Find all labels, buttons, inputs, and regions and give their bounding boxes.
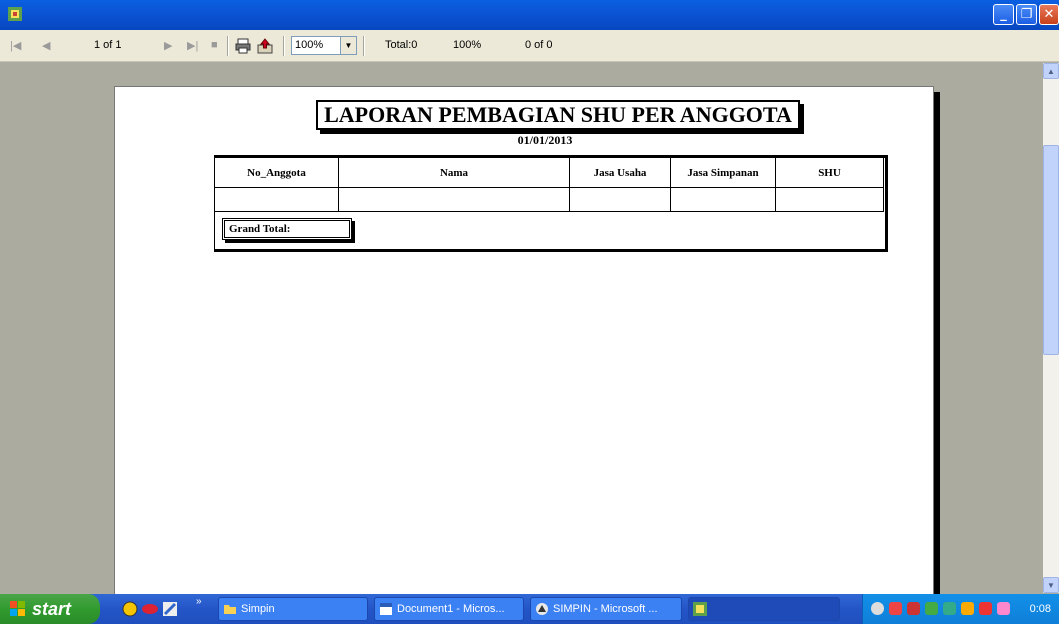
- column-header: Jasa Usaha: [569, 157, 671, 188]
- percent-status: 100%: [453, 39, 482, 51]
- table-cell: [338, 187, 570, 212]
- prev-page-icon[interactable]: ◀: [42, 39, 50, 52]
- table-row: [214, 187, 884, 212]
- system-tray: 0:08: [862, 594, 1059, 624]
- scroll-up-icon[interactable]: ▲: [1043, 63, 1059, 79]
- taskbar-item-simpin-microsoft[interactable]: SIMPIN - Microsoft ...: [530, 597, 682, 621]
- taskbar-item-simpin[interactable]: Simpin: [218, 597, 368, 621]
- report-table: No_Anggota Nama Jasa Usaha Jasa Simpanan…: [214, 157, 884, 212]
- page-indicator: 1 of 1: [94, 39, 122, 51]
- tray-icon[interactable]: [997, 602, 1010, 615]
- export-icon[interactable]: [257, 38, 273, 54]
- taskbar-item-document1[interactable]: Document1 - Micros...: [374, 597, 524, 621]
- minimize-button[interactable]: _: [993, 4, 1014, 25]
- quicklaunch-icon[interactable]: [142, 601, 158, 617]
- tray-icon[interactable]: [961, 602, 974, 615]
- taskbar-item-crystal-report[interactable]: [688, 597, 840, 621]
- zoom-select[interactable]: 100% ▼: [291, 36, 357, 55]
- zoom-value: 100%: [295, 39, 324, 51]
- title-bar: _ ❐ ✕: [0, 0, 1059, 30]
- app-icon: [8, 7, 22, 21]
- toolbar-separator: [283, 36, 285, 56]
- app-icon: [536, 603, 548, 615]
- close-button[interactable]: ✕: [1039, 4, 1059, 25]
- report-date: 01/01/2013: [517, 133, 573, 147]
- tray-icon[interactable]: [907, 602, 920, 615]
- table-header-row: No_Anggota Nama Jasa Usaha Jasa Simpanan…: [214, 157, 884, 188]
- task-label: Document1 - Micros...: [397, 603, 505, 615]
- scroll-thumb[interactable]: [1043, 145, 1059, 355]
- table-cell: [214, 187, 339, 212]
- total-status: Total:0: [385, 39, 418, 51]
- tray-icon[interactable]: [979, 602, 992, 615]
- quicklaunch-icon[interactable]: [162, 601, 178, 617]
- column-header: No_Anggota: [214, 157, 339, 188]
- windows-logo-icon: [10, 601, 25, 616]
- grand-total-label: Grand Total:: [222, 218, 352, 240]
- quicklaunch-icon[interactable]: [122, 601, 138, 617]
- folder-icon: [224, 605, 236, 614]
- table-cell: [775, 187, 884, 212]
- word-icon: [380, 603, 392, 615]
- column-header: SHU: [775, 157, 884, 188]
- next-page-icon[interactable]: ▶: [164, 39, 172, 52]
- crystal-report-icon: [693, 602, 707, 616]
- toolbar-separator: [363, 36, 365, 56]
- task-label: Simpin: [241, 603, 275, 615]
- toolbar-separator: [227, 36, 229, 56]
- table-bottom-border: [214, 249, 888, 252]
- tray-icon[interactable]: [925, 602, 938, 615]
- column-header: Nama: [338, 157, 570, 188]
- scroll-down-icon[interactable]: ▼: [1043, 577, 1059, 593]
- tray-icon[interactable]: [889, 602, 902, 615]
- start-label: start: [32, 599, 72, 619]
- restore-button[interactable]: ❐: [1016, 4, 1037, 25]
- start-button[interactable]: start: [0, 594, 100, 624]
- chevron-down-icon[interactable]: ▼: [340, 37, 356, 54]
- clock[interactable]: 0:08: [1030, 603, 1051, 615]
- printer-icon[interactable]: [235, 38, 251, 54]
- tray-icon[interactable]: [871, 602, 884, 615]
- last-page-icon[interactable]: ▶|: [187, 39, 198, 52]
- report-title: LAPORAN PEMBAGIAN SHU PER ANGGOTA: [316, 100, 800, 130]
- first-page-icon[interactable]: |◀: [10, 39, 21, 52]
- taskbar: start » Simpin Document1 - Micros... SIM…: [0, 594, 1059, 624]
- table-right-border: [885, 155, 888, 252]
- column-header: Jasa Simpanan: [670, 157, 776, 188]
- table-cell: [670, 187, 776, 212]
- task-label: SIMPIN - Microsoft ...: [553, 603, 658, 615]
- chevron-right-icon[interactable]: »: [196, 596, 202, 607]
- vertical-scrollbar[interactable]: ▲ ▼: [1043, 63, 1059, 593]
- tray-icon[interactable]: [943, 602, 956, 615]
- record-status: 0 of 0: [525, 39, 553, 51]
- stop-icon[interactable]: ■: [211, 39, 218, 51]
- report-toolbar: |◀ ◀ 1 of 1 ▶ ▶| ■ 100% ▼ Total:0 100% 0…: [0, 30, 1059, 62]
- table-cell: [569, 187, 671, 212]
